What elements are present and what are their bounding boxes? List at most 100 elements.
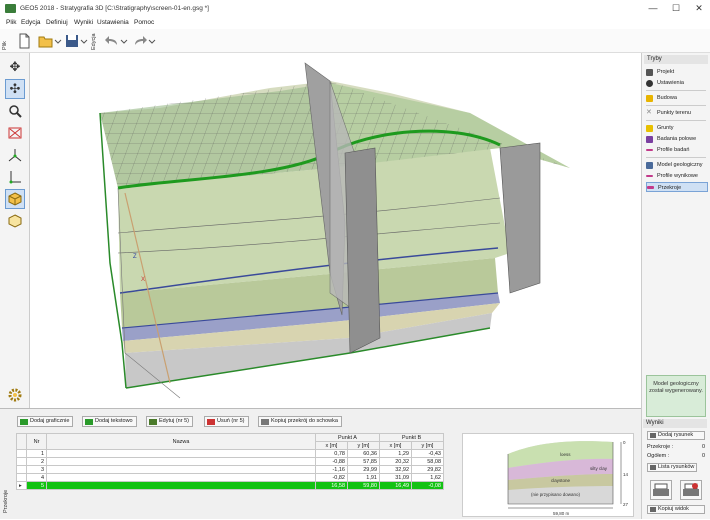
wire-view-icon[interactable] — [5, 211, 25, 231]
cell-ya: 60,36 — [347, 449, 380, 458]
table-row[interactable]: 3 -1,16 29,99 32,92 29,82 — [16, 465, 444, 474]
column-point-a: Punkt A — [315, 433, 380, 442]
section-preview: loess silty clay claystone (nie przypisa… — [462, 433, 634, 517]
sections-table: Nr Nazwa Punkt A Punkt B x [m] y [m] x [… — [16, 433, 444, 490]
mode-test-profiles[interactable]: Profile badań — [646, 145, 708, 155]
chevron-down-icon[interactable] — [80, 33, 88, 49]
menu-help[interactable]: Pomoc — [134, 19, 154, 26]
add-drawing-button[interactable]: Dodaj rysunek — [647, 431, 705, 440]
results-panel: Wyniki Dodaj rysunek Przekroje : 0 Ogółe… — [641, 408, 710, 519]
cell-xa: -1,16 — [315, 465, 348, 474]
mode-label: Grunty — [657, 125, 674, 131]
delete-icon — [207, 419, 215, 425]
column-point-b: Punkt B — [379, 433, 444, 442]
gear-icon — [646, 80, 653, 87]
zoom-extents-icon[interactable] — [5, 123, 25, 143]
geological-model-3d: Z X — [99, 62, 570, 399]
column-xa: x [m] — [315, 441, 348, 450]
toolbar-tab-edit[interactable]: Edycja — [91, 32, 97, 50]
cell-yb: -0,43 — [411, 449, 444, 458]
undo-icon[interactable] — [104, 33, 120, 49]
mode-terrain-points[interactable]: ✕ Punkty terenu — [646, 108, 708, 118]
maximize-button[interactable]: ☐ — [669, 3, 683, 14]
menu-file[interactable]: Plik — [6, 19, 16, 26]
redo-icon[interactable] — [132, 33, 148, 49]
mode-result-profiles[interactable]: Profile wynikowe — [646, 171, 708, 181]
close-button[interactable]: ✕ — [692, 3, 706, 14]
column-nr: Nr — [26, 433, 47, 450]
delete-button[interactable]: Usuń (nr 5) — [204, 416, 249, 427]
new-file-icon[interactable] — [16, 33, 32, 49]
printer-icon — [653, 483, 669, 496]
row-marker: ▸ — [16, 481, 27, 490]
label-silty-clay: silty clay — [590, 466, 608, 471]
view-tools: ✥ ✣ — [0, 53, 30, 408]
cross-icon: ✕ — [646, 109, 652, 116]
mode-label: Profile wynikowe — [657, 173, 698, 179]
menu-edit[interactable]: Edycja — [21, 19, 41, 26]
cell-nr: 2 — [26, 457, 47, 466]
menu-define[interactable]: Definiuj — [46, 19, 68, 26]
mode-label: Przekroje — [658, 185, 682, 191]
model-viewport[interactable]: Z X — [30, 53, 641, 408]
table-row-selected[interactable]: ▸ 5 16,58 59,80 16,49 -0,08 — [16, 481, 444, 490]
rotate-icon[interactable]: ✣ — [5, 79, 25, 99]
settings-gear-icon[interactable] — [5, 385, 25, 405]
minimize-button[interactable]: — — [646, 3, 660, 13]
solid-view-icon[interactable] — [5, 189, 25, 209]
add-text-icon — [85, 419, 93, 425]
mode-label: Projekt — [657, 69, 675, 75]
chevron-down-icon[interactable] — [120, 33, 128, 49]
chevron-down-icon[interactable] — [54, 33, 62, 49]
menu-results[interactable]: Wyniki — [74, 19, 93, 26]
sections-panel-tab[interactable]: Przekroje — [3, 469, 9, 513]
label-unassigned: (nie przypisano dowano) — [531, 492, 581, 497]
axes-2d-icon[interactable] — [5, 167, 25, 187]
mode-field-tests[interactable]: Badania polowe — [646, 134, 708, 144]
copy-view-icon — [650, 507, 656, 512]
copy-section-button[interactable]: Kopiuj przekrój do schowka — [258, 416, 342, 427]
menu-settings[interactable]: Ustawienia — [97, 19, 129, 26]
mode-label: Model geologiczny — [657, 162, 703, 168]
add-graphic-button[interactable]: Dodaj graficznie — [17, 416, 74, 427]
toolbar-tab-file[interactable]: Plik — [2, 32, 8, 50]
label-claystone: claystone — [551, 478, 571, 483]
mode-geological-model[interactable]: Model geologiczny — [646, 160, 708, 170]
copy-view-button[interactable]: Kopiuj widok — [647, 505, 705, 514]
modes-header: Tryby — [644, 55, 708, 64]
pan-icon[interactable]: ✥ — [5, 57, 25, 77]
zoom-icon[interactable] — [5, 101, 25, 121]
soil-icon — [646, 125, 653, 132]
cell-xb: 16,49 — [379, 481, 412, 490]
print-button[interactable] — [650, 480, 672, 500]
add-text-button[interactable]: Dodaj tekstowo — [82, 416, 137, 427]
axes-3d-icon[interactable] — [5, 145, 25, 165]
sections-panel: Przekroje Dodaj graficznie Dodaj tekstow… — [0, 408, 641, 519]
save-icon[interactable] — [64, 33, 80, 49]
construction-icon — [646, 95, 653, 102]
cell-xa: -0,88 — [315, 457, 348, 466]
column-ya: y [m] — [347, 441, 380, 450]
mode-settings[interactable]: Ustawienia — [646, 78, 708, 88]
mode-sections[interactable]: Przekroje — [646, 182, 708, 192]
printer-export-icon — [683, 483, 699, 496]
list-icon — [650, 465, 656, 470]
edit-button[interactable]: Edytuj (nr 5) — [146, 416, 193, 427]
mode-soils[interactable]: Grunty — [646, 123, 708, 133]
tick-label: 0 — [623, 440, 626, 445]
cell-nr: 3 — [26, 465, 47, 474]
mode-project[interactable]: Projekt — [646, 67, 708, 77]
section-length: 59,80 m — [553, 511, 570, 516]
divider — [646, 90, 706, 91]
table-row[interactable]: 4 -0,82 1,91 31,09 1,62 — [16, 473, 444, 482]
title-bar: GEO5 2018 - Stratygrafia 3D [C:\Stratigr… — [0, 0, 710, 18]
print-export-button[interactable] — [680, 480, 702, 500]
cell-xb: 31,09 — [379, 473, 412, 482]
table-row[interactable]: 2 -0,88 57,85 20,32 58,08 — [16, 457, 444, 466]
edit-icon — [149, 419, 157, 425]
table-row[interactable]: 1 0,78 60,36 1,29 -0,43 — [16, 449, 444, 458]
mode-construction[interactable]: Budowa — [646, 93, 708, 103]
open-folder-icon[interactable] — [38, 33, 54, 49]
drawing-list-button[interactable]: Lista rysunków — [647, 463, 697, 472]
chevron-down-icon[interactable] — [148, 33, 156, 49]
